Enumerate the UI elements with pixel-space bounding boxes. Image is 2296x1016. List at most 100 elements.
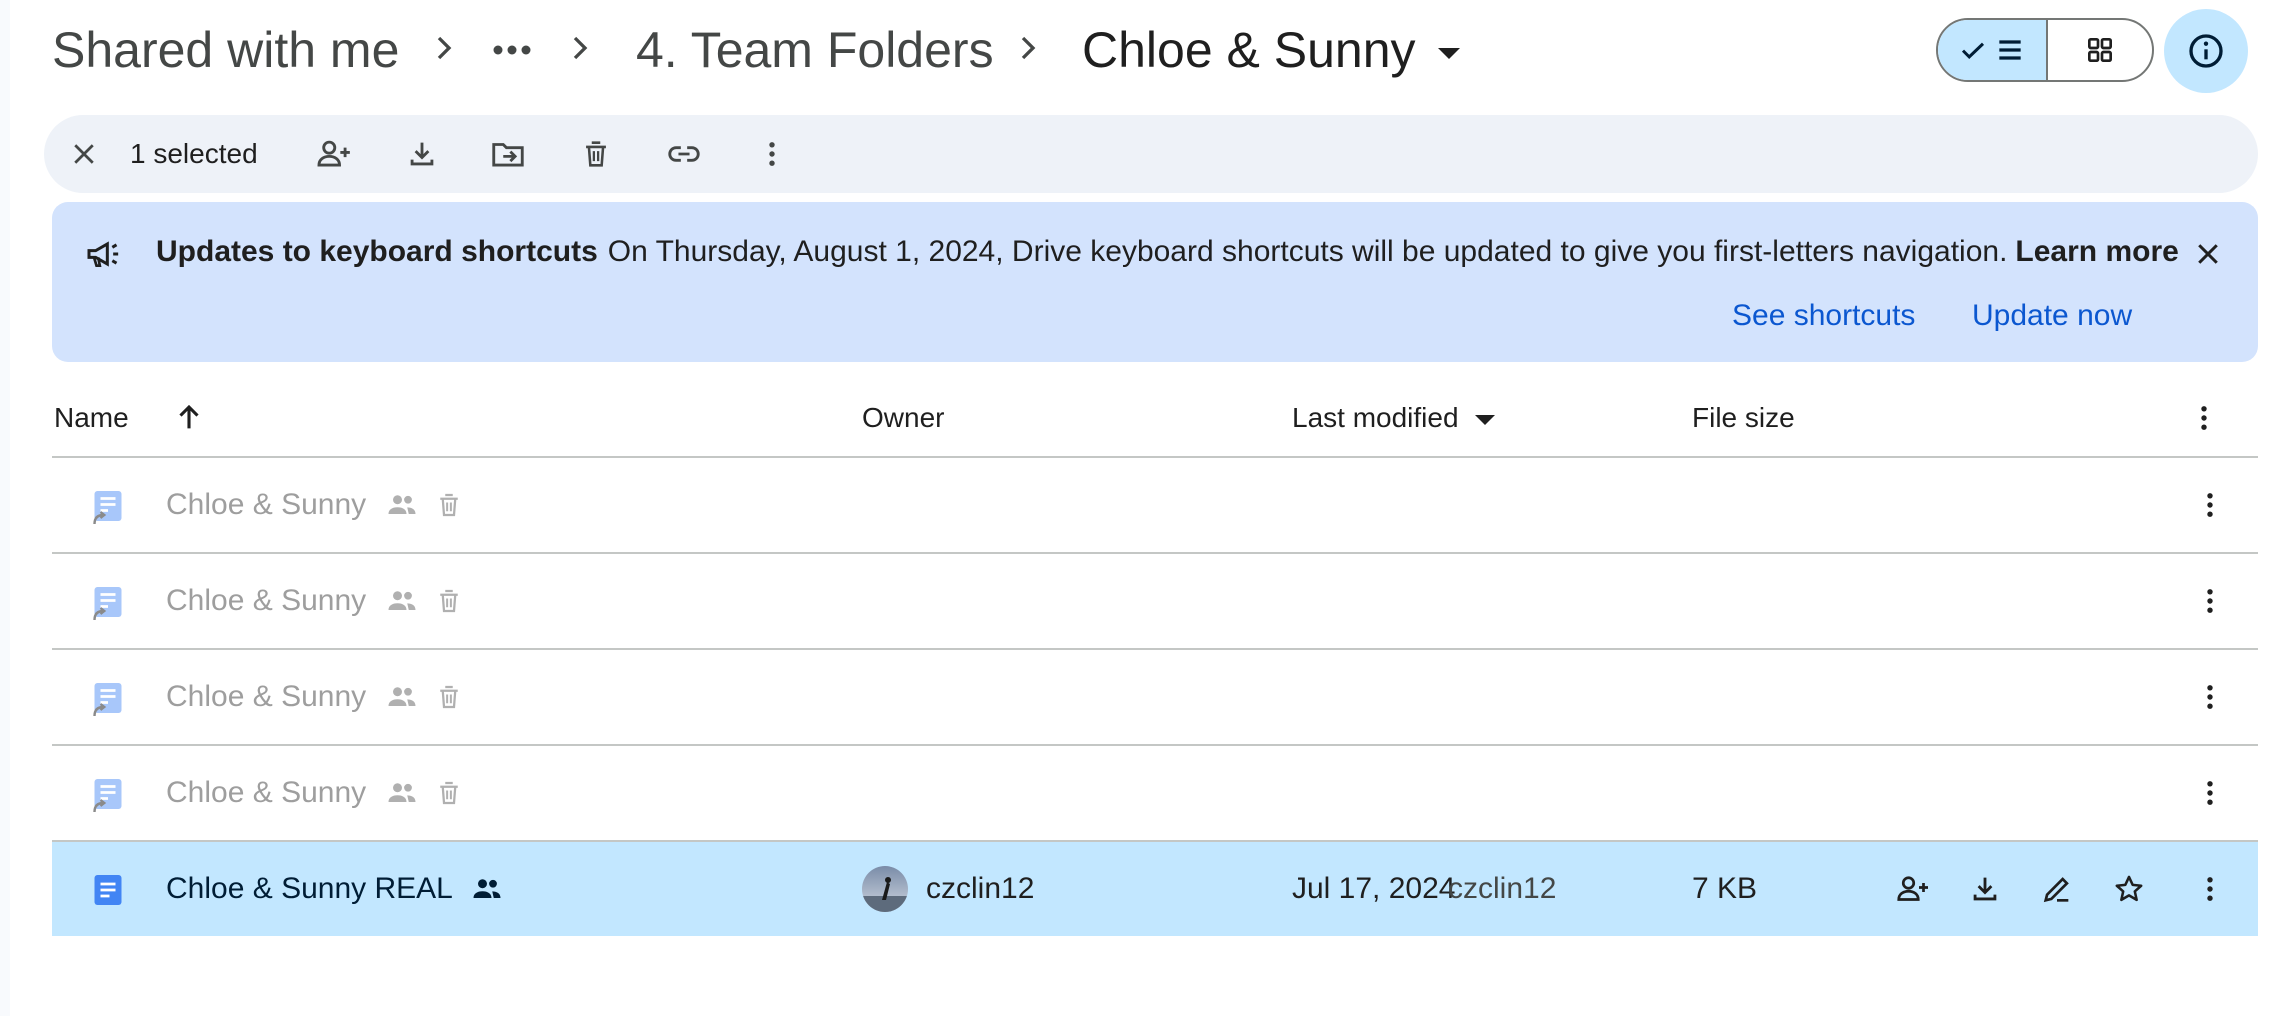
breadcrumb-current-folder[interactable]: Chloe & Sunny	[1082, 16, 1460, 84]
see-shortcuts-button[interactable]: See shortcuts	[1732, 294, 1915, 338]
more-vert-icon	[2207, 877, 2213, 901]
column-header-owner[interactable]: Owner	[862, 395, 944, 441]
table-row-selected[interactable]: Chloe & Sunny REAL czclin12 Jul 17, 2024…	[52, 842, 2258, 936]
file-name: Chloe & Sunny	[166, 776, 367, 809]
person-add-icon	[317, 140, 350, 167]
row-name: Chloe & Sunny	[166, 458, 464, 552]
breadcrumb-shared-with-me[interactable]: Shared with me	[52, 16, 399, 84]
modified-by: czclin12	[1448, 872, 1557, 905]
shortcut-doc-icon	[90, 776, 126, 812]
selected-count: 1 selected	[130, 138, 258, 169]
row-more-actions-button[interactable]	[2188, 771, 2232, 815]
table-row[interactable]: Chloe & Sunny	[52, 458, 2258, 552]
copy-link-button[interactable]	[656, 126, 712, 182]
row-more-actions-button[interactable]	[2188, 867, 2232, 911]
dismiss-banner-button[interactable]	[2186, 232, 2230, 276]
update-now-button[interactable]: Update now	[1972, 294, 2132, 338]
grid-icon	[2087, 38, 2112, 62]
modified-date: Jul 17, 2024	[1292, 872, 1456, 905]
person-add-icon	[1897, 876, 1928, 901]
keyboard-shortcuts-banner: Updates to keyboard shortcuts On Thursda…	[52, 202, 2258, 362]
trash-icon	[440, 493, 458, 517]
banner-message: On Thursday, August 1, 2024, Drive keybo…	[607, 235, 2008, 268]
table-row[interactable]: Chloe & Sunny	[52, 650, 2258, 744]
file-name: Chloe & Sunny REAL	[166, 872, 453, 905]
column-header-file-size[interactable]: File size	[1692, 395, 1795, 441]
star-icon	[2115, 875, 2143, 902]
file-name: Chloe & Sunny	[166, 488, 367, 521]
chevron-right-icon	[560, 28, 600, 68]
selection-toolbar: 1 selected	[44, 115, 2258, 193]
close-icon	[74, 144, 94, 164]
row-more-actions-button[interactable]	[2188, 483, 2232, 527]
google-doc-icon	[90, 872, 126, 908]
shared-icon	[388, 687, 416, 706]
row-name: Chloe & Sunny	[166, 746, 464, 840]
more-vert-icon	[2207, 589, 2213, 613]
shortcut-doc-icon	[90, 584, 126, 620]
trash-icon	[440, 685, 458, 709]
view-toggle	[1936, 18, 2154, 82]
edit-pencil-icon	[2043, 877, 2069, 903]
checkmark-icon	[1961, 42, 1985, 59]
avatar	[862, 866, 908, 912]
breadcrumb-team-folders[interactable]: 4. Team Folders	[636, 16, 994, 84]
owner-name: czclin12	[926, 872, 1035, 905]
list-icon	[1999, 40, 2021, 60]
clear-selection-button[interactable]	[56, 126, 112, 182]
column-options-button[interactable]	[2182, 396, 2226, 440]
column-header-last-modified[interactable]: Last modified	[1292, 395, 1495, 441]
shared-icon	[388, 783, 416, 802]
more-vert-icon	[2207, 685, 2213, 709]
info-icon	[2189, 34, 2223, 68]
banner-text-line: Updates to keyboard shortcuts On Thursda…	[156, 230, 2179, 274]
shared-icon	[473, 879, 501, 898]
file-name: Chloe & Sunny	[166, 680, 367, 713]
trash-icon	[586, 141, 606, 167]
download-icon	[410, 142, 434, 166]
more-actions-button[interactable]	[744, 126, 800, 182]
file-name: Chloe & Sunny	[166, 584, 367, 617]
row-download-button[interactable]	[1958, 864, 2012, 914]
row-more-actions-button[interactable]	[2188, 675, 2232, 719]
megaphone-icon	[84, 234, 124, 274]
more-vert-icon	[2201, 406, 2207, 430]
owner-cell: czclin12	[862, 842, 1034, 936]
grid-view-button[interactable]	[2048, 20, 2152, 80]
sort-ascending-icon[interactable]	[172, 400, 206, 434]
details-info-button[interactable]	[2164, 9, 2248, 93]
chevron-right-icon	[1008, 28, 1048, 68]
chevron-right-icon	[424, 28, 464, 68]
move-to-trash-button[interactable]	[568, 126, 624, 182]
move-button[interactable]	[480, 126, 536, 182]
shared-icon	[388, 495, 416, 514]
table-row[interactable]: Chloe & Sunny	[52, 554, 2258, 648]
current-folder-title: Chloe & Sunny	[1082, 22, 1416, 78]
shared-icon	[388, 591, 416, 610]
row-name: Chloe & Sunny	[166, 554, 464, 648]
more-vert-icon	[2207, 493, 2213, 517]
shortcut-doc-icon	[90, 680, 126, 716]
learn-more-link[interactable]: Learn more	[2015, 235, 2178, 269]
link-icon	[668, 146, 700, 162]
file-size: 7 KB	[1692, 872, 1758, 905]
row-share-button[interactable]	[1886, 864, 1940, 914]
more-vert-icon	[769, 142, 775, 166]
share-button[interactable]	[306, 126, 362, 182]
list-view-button[interactable]	[1938, 20, 2048, 80]
row-rename-button[interactable]	[2030, 864, 2084, 914]
row-star-button[interactable]	[2102, 864, 2156, 914]
row-name: Chloe & Sunny	[166, 650, 464, 744]
row-name: Chloe & Sunny REAL	[166, 842, 505, 936]
left-edge	[0, 0, 10, 1016]
trash-icon	[440, 589, 458, 613]
sort-dropdown-icon	[1474, 415, 1495, 425]
row-more-actions-button[interactable]	[2188, 579, 2232, 623]
row-quick-actions	[1886, 864, 2156, 914]
download-button[interactable]	[394, 126, 450, 182]
column-header-name[interactable]: Name	[54, 395, 129, 441]
close-icon	[2198, 244, 2218, 264]
table-row[interactable]: Chloe & Sunny	[52, 746, 2258, 840]
download-icon	[1973, 877, 1997, 901]
breadcrumb-more-button[interactable]	[488, 16, 536, 84]
